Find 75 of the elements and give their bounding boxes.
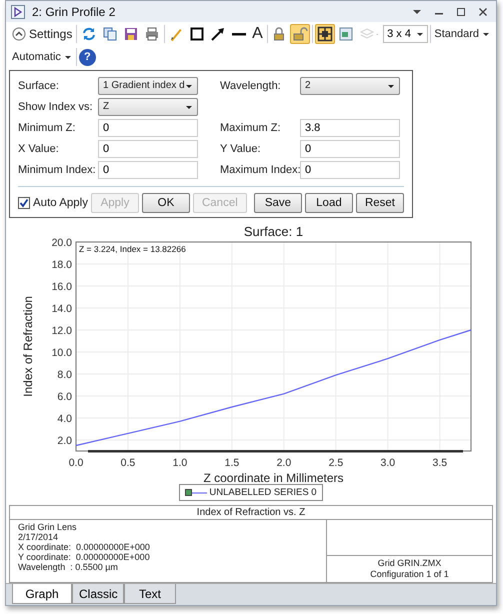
layout-dropdown[interactable]: 3 x 4	[383, 25, 428, 43]
axis-tick-label: 2.0	[276, 457, 292, 469]
input-field[interactable]: 0	[98, 140, 198, 158]
input-field[interactable]: 0	[300, 160, 400, 178]
view-tab[interactable]: Text	[124, 584, 176, 604]
field-label: Y Value:	[220, 142, 262, 154]
maximize-icon[interactable]	[456, 6, 466, 16]
field-label: Wavelength:	[220, 80, 282, 92]
close-icon[interactable]	[478, 6, 488, 16]
field-label: Minimum Z:	[18, 122, 76, 134]
info-line: Grid Grin Lens	[18, 522, 78, 532]
dropdown-field[interactable]: 1 Gradient index d	[98, 76, 198, 94]
caret-icon	[64, 53, 72, 61]
chevron-icon	[12, 27, 26, 41]
standard-menu[interactable]: Standard	[432, 24, 492, 44]
input-field[interactable]: 0	[300, 140, 400, 158]
axis-tick-label: 20.0	[52, 237, 72, 249]
checkbox[interactable]	[18, 197, 30, 209]
configuration-label: Configuration 1 of 1	[370, 569, 449, 580]
field-label: X Value:	[18, 142, 60, 154]
dropdown-field[interactable]: 2	[300, 76, 400, 94]
file-button[interactable]: Load	[304, 193, 353, 213]
caret-icon	[416, 30, 424, 38]
axis-title: Z coordinate in Millimeters	[203, 471, 344, 482]
axis-tick-label: 18.0	[52, 259, 72, 271]
field-label: Surface:	[18, 80, 60, 92]
input-field[interactable]: 3.8	[300, 118, 400, 136]
field-label: Maximum Index:	[220, 164, 300, 176]
help-button[interactable]: ?	[78, 48, 96, 66]
axis-tick-label: 3.5	[432, 457, 448, 469]
chart-title: Surface: 1	[244, 224, 304, 239]
info-line: Y coordinate: 0.00000000E+000	[18, 552, 151, 562]
caret-icon	[482, 30, 490, 38]
file-button[interactable]: Save	[254, 193, 302, 213]
field-label: Maximum Z:	[220, 122, 282, 134]
axis-tick-label: 1.0	[172, 457, 188, 469]
axis-tick-label: 16.0	[52, 281, 72, 293]
axis-tick-label: 3.0	[380, 457, 396, 469]
footer-title: Index of Refraction vs. Z	[10, 506, 492, 520]
info-line: Wavelength : 0.5500 µm	[18, 562, 119, 572]
axis-tick-label: 2.0	[57, 435, 72, 447]
window-icon	[10, 4, 26, 20]
axis-tick-label: 10.0	[52, 347, 72, 359]
legend-label: UNLABELLED SERIES 0	[209, 487, 317, 498]
axis-tick-label: 4.0	[57, 413, 72, 425]
info-line: 2/17/2014	[18, 532, 60, 542]
legend-swatch-icon	[185, 488, 208, 498]
axis-tick-label: 12.0	[52, 325, 72, 337]
dropdown-field[interactable]: Z	[98, 98, 198, 116]
chart-annotation: Z = 3.224, Index = 13.82266	[79, 244, 186, 254]
window-title: 2: Grin Profile 2	[32, 4, 116, 18]
info-line: X coordinate: 0.00000000E+000	[18, 542, 151, 552]
action-button[interactable]: OK	[142, 193, 190, 213]
automatic-menu[interactable]: Automatic	[10, 47, 74, 67]
axis-title: Index of Refraction	[21, 296, 35, 397]
file-button[interactable]: Reset	[356, 193, 404, 213]
text-tool-button[interactable]: A	[250, 24, 265, 44]
unlock-icon[interactable]	[290, 24, 310, 44]
input-field[interactable]: 0	[98, 118, 198, 136]
axis-tick-label: 1.5	[224, 457, 240, 469]
file-name: Grid GRIN.ZMX	[378, 558, 442, 569]
checkbox-label: Auto Apply	[33, 197, 88, 209]
field-label: Show Index vs:	[18, 100, 94, 112]
axis-tick-label: 2.5	[328, 457, 344, 469]
view-tab[interactable]: Graph	[12, 584, 72, 604]
grid-icon[interactable]	[314, 24, 335, 44]
axis-tick-label: 0.0	[68, 457, 84, 469]
axis-tick-label: 14.0	[52, 303, 72, 315]
settings-button[interactable]: Settings	[10, 24, 74, 44]
axis-tick-label: 6.0	[57, 391, 72, 403]
axis-tick-label: 8.0	[57, 369, 72, 381]
view-tab[interactable]: Classic	[72, 584, 124, 604]
axis-tick-label: 0.5	[120, 457, 136, 469]
field-label: Minimum Index:	[18, 164, 97, 176]
input-field[interactable]: 0	[98, 160, 198, 178]
